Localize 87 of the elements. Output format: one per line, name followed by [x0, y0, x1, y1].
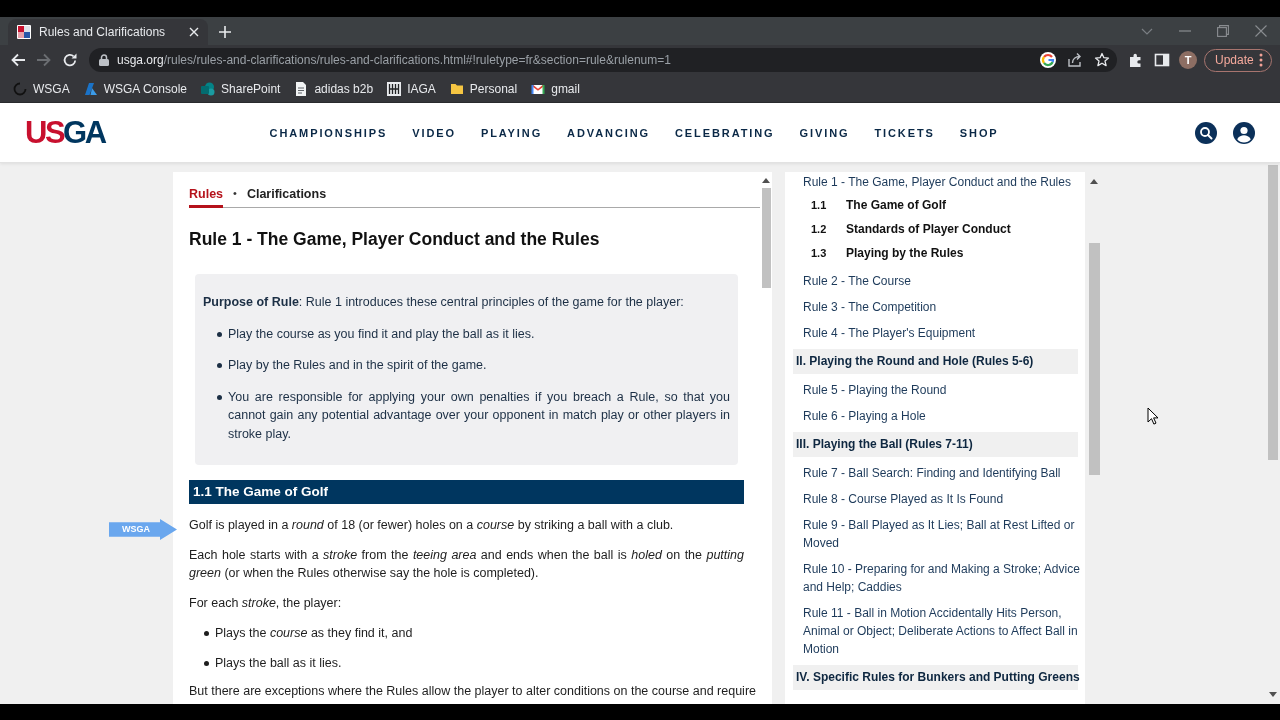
toc-link[interactable]: Rule 2 - The Course	[785, 268, 1085, 294]
toc-section-heading[interactable]: II. Playing the Round and Hole (Rules 5-6)	[793, 349, 1078, 374]
section-heading: 1.1 The Game of Golf	[189, 480, 744, 504]
toc-link[interactable]: Playing by the Rules	[846, 244, 964, 262]
nav-link[interactable]: SHOP	[959, 126, 999, 139]
browser-tab[interactable]: Rules and Clarifications	[8, 19, 208, 45]
paragraph: For each stroke, the player:	[189, 595, 343, 612]
bookmark[interactable]: WSGA Console	[83, 81, 188, 96]
bullet-icon	[217, 394, 222, 400]
folder-icon	[449, 81, 464, 96]
colored-ring-icon[interactable]	[1040, 52, 1056, 68]
scrollbar-thumb[interactable]	[1267, 165, 1278, 460]
list-item-text: Play the course as you find it and play the ball as it lies.	[228, 325, 536, 343]
scrollbar-thumb[interactable]	[1088, 243, 1100, 475]
back-arrow-icon[interactable]	[10, 52, 26, 68]
emblem-icon	[387, 81, 402, 96]
toc-link[interactable]: Rule 1 - The Game, Player Conduct and the Rules	[785, 172, 1085, 193]
bookmark[interactable]: adidas b2b	[294, 81, 374, 96]
list-item-text: You are responsible for applying your own penalties if you breach a Rule, so that you cannot gain any potential advantage over your opponent in match play or other players in stroke play.	[228, 388, 730, 443]
reload-icon[interactable]	[62, 52, 78, 68]
scroll-down-arrow-icon[interactable]	[1268, 692, 1277, 697]
search-icon[interactable]	[1195, 121, 1217, 144]
bookmark[interactable]: IAGA	[387, 81, 436, 96]
nav-link[interactable]: VIDEO	[412, 126, 456, 139]
plus-icon[interactable]	[219, 26, 231, 38]
paragraph: Golf is played in a round of 18 (or fewer) holes on a course by striking a ball with a club.	[189, 517, 675, 534]
toc-link[interactable]: Standards of Player Conduct	[846, 220, 1011, 238]
list-item-text: Play by the Rules and in the spirit of the game.	[228, 357, 488, 374]
nav-link[interactable]: CELEBRATING	[675, 126, 775, 139]
list-item-text: Plays the ball as it lies.	[215, 655, 342, 672]
star-icon[interactable]	[1094, 52, 1110, 68]
bookmark[interactable]: WSGA	[13, 81, 70, 96]
tab[interactable]: Clarifications	[246, 186, 327, 208]
spinner-icon	[13, 81, 27, 96]
nav-link[interactable]: TICKETS	[874, 126, 935, 139]
circles-tile-icon	[201, 81, 216, 96]
list-item-text: Plays the course as they find it, and	[215, 625, 413, 642]
document-icon	[294, 81, 309, 96]
profile-avatar[interactable]: T	[1179, 51, 1197, 69]
bullet-icon	[217, 331, 222, 337]
rule-title: Rule 1 - The Game, Player Conduct and the Rules	[189, 228, 601, 251]
nav-link[interactable]: GIVING	[799, 126, 850, 139]
bookmark[interactable]: SharePoint	[201, 81, 281, 96]
nav-link[interactable]: PLAYING	[480, 126, 543, 139]
toc-link[interactable]: Rule 4 - The Player's Equipment	[785, 320, 1085, 346]
nav-link[interactable]: CHAMPIONSHIPS	[269, 126, 388, 139]
kebab-icon[interactable]	[1259, 53, 1263, 67]
toc-link[interactable]: Rule 7 - Ball Search: Finding and Identifying Ball	[785, 460, 1085, 486]
section-number: 1.2	[811, 222, 828, 237]
restore-icon[interactable]	[1217, 25, 1229, 37]
scroll-up-arrow-icon[interactable]	[1090, 179, 1098, 184]
toc-link[interactable]: Rule 3 - The Competition	[785, 294, 1085, 320]
section-number: 1.1	[811, 198, 828, 213]
toc-link[interactable]: Rule 6 - Playing a Hole	[785, 403, 1085, 429]
scrollbar-thumb[interactable]	[761, 188, 771, 288]
favicon-icon	[17, 25, 31, 39]
puzzle-icon[interactable]	[1128, 52, 1144, 68]
paragraph: But there are exceptions where the Rules allow the player to alter conditions on the course and require	[189, 683, 756, 700]
toc-link[interactable]: Rule 11 - Ball in Motion Accidentally Hits Person, Animal or Object; Deliberate Actions to Affect Ball in Motion	[785, 600, 1085, 662]
bullet-icon	[217, 363, 222, 368]
section-number: 1.3	[811, 246, 828, 261]
cursor-icon	[1147, 407, 1159, 425]
tab[interactable]: Rules	[189, 186, 224, 208]
usga-logo[interactable]: USGA	[25, 117, 105, 148]
side-panel-icon[interactable]	[1154, 52, 1170, 68]
account-icon[interactable]	[1233, 121, 1255, 144]
address-bar[interactable]: usga.org/rules/rules-and-clarifications/rules-and-clarifications.html#!ruletype=fr&section=rule&rulenum=1	[89, 48, 1117, 72]
bookmark[interactable]: Personal	[449, 81, 518, 96]
bookmark[interactable]: gmail	[531, 81, 580, 96]
nav-link[interactable]: ADVANCING	[567, 126, 650, 139]
purpose-text: Purpose of Rule: Rule 1 introduces these central principles of the game for the player:	[203, 294, 685, 311]
toc-link[interactable]: Rule 10 - Preparing for and Making a Stroke; Advice and Help; Caddies	[785, 556, 1085, 600]
toc-section-heading[interactable]: IV. Specific Rules for Bunkers and Putting Greens	[793, 665, 1078, 690]
toc-link[interactable]: Rule 8 - Course Played as It Is Found	[785, 486, 1085, 512]
slanted-shape-icon	[83, 81, 98, 96]
bullet-icon	[204, 631, 209, 636]
scroll-up-arrow-icon[interactable]	[762, 178, 770, 183]
lock-icon[interactable]	[99, 54, 109, 66]
toc-link[interactable]: Rule 9 - Ball Played as It Lies; Ball at Rest Lifted or Moved	[785, 512, 1085, 556]
toc-link[interactable]: The Game of Golf	[846, 196, 946, 214]
share-icon[interactable]	[1067, 52, 1083, 68]
bullet-icon	[204, 661, 209, 666]
tab-separator: •	[233, 186, 237, 201]
paragraph: Each hole starts with a stroke from the teeing area and ends when the ball is holed on the putting green (or when the Rules otherwise say the hole is completed).	[189, 547, 744, 582]
toc-link[interactable]: Rule 5 - Playing the Round	[785, 377, 1085, 403]
chevron-down-icon[interactable]	[1141, 27, 1153, 35]
toc-section-heading[interactable]: III. Playing the Ball (Rules 7-11)	[793, 432, 1078, 457]
